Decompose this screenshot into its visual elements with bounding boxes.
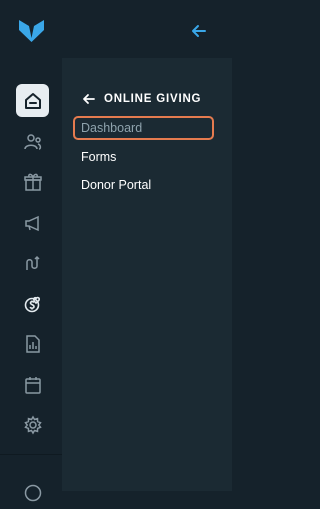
rail-people[interactable]: [16, 125, 49, 158]
settings-icon: [23, 415, 42, 434]
people-icon: [23, 133, 41, 150]
rail-settings[interactable]: [16, 408, 49, 441]
back-arrow-icon: [83, 94, 95, 104]
menu-item-forms[interactable]: Forms: [73, 145, 214, 169]
donation-icon: [24, 296, 40, 312]
rail-online-giving[interactable]: [16, 287, 49, 320]
calendar-icon: [24, 376, 41, 394]
logo-icon: [19, 20, 44, 42]
rail-home[interactable]: [16, 84, 49, 117]
panel-title: ONLINE GIVING: [104, 93, 202, 105]
help-icon: [24, 484, 41, 501]
submenu-panel: ONLINE GIVING Dashboard Forms Donor Port…: [62, 58, 232, 491]
back-to-online-giving[interactable]: ONLINE GIVING: [82, 90, 201, 108]
rail-reports[interactable]: [16, 327, 49, 360]
home-icon: [24, 92, 41, 109]
top-bar: [0, 0, 240, 58]
menu-item-dashboard[interactable]: Dashboard: [73, 116, 214, 140]
rail-calendar[interactable]: [16, 368, 49, 401]
rail-campaigns[interactable]: [16, 206, 49, 239]
megaphone-icon: [24, 215, 39, 231]
rail-gifts[interactable]: [16, 165, 49, 198]
panel-edge: [232, 58, 240, 491]
rail-help[interactable]: [16, 476, 49, 509]
rail-journeys[interactable]: [16, 246, 49, 279]
icon-rail: [0, 58, 62, 501]
rail-divider: [0, 454, 62, 455]
gift-icon: [23, 173, 42, 191]
route-icon: [25, 255, 40, 270]
collapse-arrow-icon[interactable]: [190, 22, 208, 40]
report-icon: [25, 334, 40, 353]
menu-item-donor-portal[interactable]: Donor Portal: [73, 173, 214, 197]
